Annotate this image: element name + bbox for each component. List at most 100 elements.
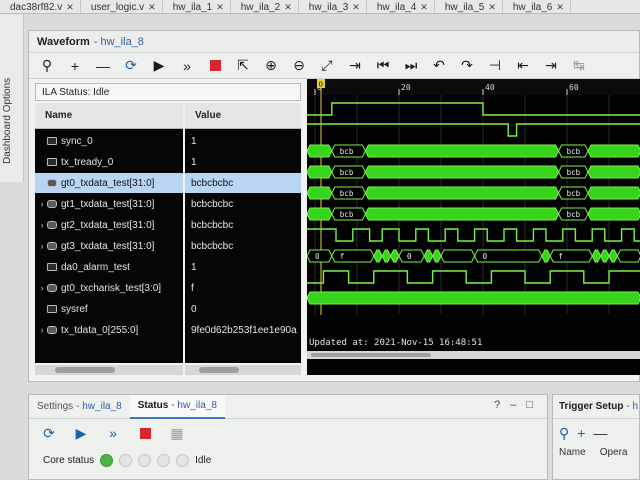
add-marker-icon[interactable]: ⊣ xyxy=(481,55,509,77)
signal-name: gt2_txdata_test[31:0] xyxy=(61,219,155,231)
go-to-end-icon[interactable]: ⏭ xyxy=(397,55,425,77)
close-icon[interactable]: ✕ xyxy=(284,2,292,13)
value-header: Value xyxy=(185,103,301,129)
trigger-table-header: Name Opera xyxy=(553,447,639,458)
close-icon[interactable]: ✕ xyxy=(352,2,360,13)
signal-row[interactable]: tx_tready_0 xyxy=(35,152,183,172)
file-tab[interactable]: hw_ila_6 ✕ xyxy=(503,0,571,13)
close-icon[interactable]: ✕ xyxy=(556,2,564,13)
expand-chevron-icon[interactable]: › xyxy=(37,283,47,293)
signal-row[interactable]: sync_0 xyxy=(35,131,183,151)
signal-name: tx_tready_0 xyxy=(61,156,114,168)
add-icon[interactable]: + xyxy=(577,425,585,441)
run-immediate-icon[interactable]: » xyxy=(173,55,201,77)
signal-row[interactable]: › gt0_txcharisk_test[3:0] xyxy=(35,278,183,298)
close-icon[interactable]: ✕ xyxy=(216,2,224,13)
waveform-canvas[interactable]: 02040600bcbbcbbcbbcbbcbbcbbcbbcb0f00fUpd… xyxy=(307,79,640,375)
signal-row[interactable]: › tx_tdata_0[255:0] xyxy=(35,320,183,340)
file-tab-label: hw_ila_1 xyxy=(172,1,213,13)
signal-row[interactable]: › gt2_txdata_test[31:0] xyxy=(35,215,183,235)
next-transition-icon[interactable]: ↷ xyxy=(453,55,481,77)
signal-value: 1 xyxy=(191,261,197,273)
value-column: Value 1 1 bcbcbcbc bcbcbcbc bcbcbcbc bcbcbcbc… xyxy=(185,103,301,363)
bus-segment xyxy=(364,144,560,158)
bus-value-label: bcb xyxy=(340,168,354,177)
status-led xyxy=(157,453,171,467)
bus-segment xyxy=(541,249,551,263)
capture-icon[interactable]: ▦ xyxy=(163,422,191,444)
dashboard-options-label: Dashboard Options xyxy=(2,77,13,164)
export-icon[interactable]: ⇱ xyxy=(229,55,257,77)
waveform-plot[interactable]: 02040600bcbbcbbcbbcbbcbbcbbcbbcb0f00fUpd… xyxy=(307,79,640,375)
bus-value-label: f xyxy=(558,252,563,261)
zoom-out-icon[interactable]: ⊖ xyxy=(285,55,313,77)
go-to-start-icon[interactable]: ⏮ xyxy=(369,55,397,77)
swap-cursors-icon[interactable]: ↹ xyxy=(565,55,593,77)
remove-icon[interactable]: — xyxy=(593,425,607,441)
run-trigger-icon[interactable]: ▶ xyxy=(67,422,95,444)
file-tab[interactable]: hw_ila_2 ✕ xyxy=(231,0,299,13)
file-tab[interactable]: dac38rf82.v ✕ xyxy=(0,0,81,13)
minimize-icon[interactable]: – xyxy=(510,399,516,411)
name-header: Name xyxy=(35,103,183,129)
next-marker-icon[interactable]: ⇥ xyxy=(537,55,565,77)
expand-chevron-icon[interactable]: › xyxy=(37,220,47,230)
previous-marker-icon[interactable]: ⇤ xyxy=(509,55,537,77)
close-icon[interactable]: ✕ xyxy=(488,2,496,13)
value-scrollbar[interactable] xyxy=(185,365,301,375)
bus-value-label: bcb xyxy=(340,210,354,219)
search-icon[interactable]: ⚲ xyxy=(559,425,569,442)
go-to-cursor-icon[interactable]: ⇥ xyxy=(341,55,369,77)
signal-row[interactable]: › gt3_txdata_test[31:0] xyxy=(35,236,183,256)
file-tab[interactable]: hw_ila_1 ✕ xyxy=(163,0,231,13)
signal-row[interactable]: sysref xyxy=(35,299,183,319)
close-icon[interactable]: ✕ xyxy=(66,2,74,13)
signal-row[interactable]: › gt0_txdata_test[31:0] xyxy=(35,173,183,193)
stop-icon[interactable] xyxy=(201,55,229,77)
file-tab[interactable]: hw_ila_5 ✕ xyxy=(435,0,503,13)
bus-segment xyxy=(390,249,400,263)
dashboard-options-strip[interactable]: Dashboard Options xyxy=(0,14,24,182)
bus-segment xyxy=(587,165,640,179)
help-icon[interactable]: ? xyxy=(494,399,500,411)
column-header-operator: Opera xyxy=(599,447,628,458)
name-scrollbar[interactable] xyxy=(35,365,183,375)
waveform-toolbar: ⚲ + — ⟳ ▶ » ⇱ ⊕ ⊖ ⤢ ⇥ ⏮ ⏭ ↶ ↷ ⊣ ⇤ ⇥ ↹ xyxy=(29,53,639,79)
status-led xyxy=(138,453,152,467)
file-tab[interactable]: user_logic.v ✕ xyxy=(81,0,163,13)
previous-transition-icon[interactable]: ↶ xyxy=(425,55,453,77)
trigger-setup-header[interactable]: Trigger Setup - h xyxy=(553,395,639,419)
signal-value: 0 xyxy=(191,303,197,315)
tab-sub: - hw_ila_8 xyxy=(171,400,217,411)
zoom-fit-icon[interactable]: ⤢ xyxy=(313,55,341,77)
expand-chevron-icon[interactable]: › xyxy=(37,241,47,251)
file-tab[interactable]: hw_ila_3 ✕ xyxy=(299,0,367,13)
file-tab-label: hw_ila_4 xyxy=(376,1,417,13)
expand-chevron-icon[interactable]: › xyxy=(37,325,47,335)
signal-row[interactable]: › gt1_txdata_test[31:0] xyxy=(35,194,183,214)
zoom-in-icon[interactable]: ⊕ xyxy=(257,55,285,77)
close-icon[interactable]: ✕ xyxy=(148,2,156,13)
maximize-icon[interactable]: □ xyxy=(526,399,533,411)
stop-icon[interactable] xyxy=(131,422,159,444)
tab-status[interactable]: Status - hw_ila_8 xyxy=(129,394,225,419)
tab-settings[interactable]: Settings - hw_ila_8 xyxy=(29,395,130,419)
close-icon[interactable]: ✕ xyxy=(420,2,428,13)
expand-chevron-icon[interactable]: › xyxy=(37,199,47,209)
waveform-window: Waveform - hw_ila_8 ⚲ + — ⟳ ▶ » ⇱ ⊕ ⊖ ⤢ … xyxy=(28,30,640,382)
auto-retrigger-icon[interactable]: ⟳ xyxy=(35,422,63,444)
bus-signal-icon xyxy=(47,179,57,187)
expand-chevron-icon[interactable]: › xyxy=(37,178,47,188)
remove-icon[interactable]: — xyxy=(89,55,117,77)
signal-row[interactable]: da0_alarm_test xyxy=(35,257,183,277)
bus-value-label: bcb xyxy=(567,210,581,219)
auto-retrigger-icon[interactable]: ⟳ xyxy=(117,55,145,77)
cursor-marker-label: 0 xyxy=(319,81,323,89)
run-immediate-icon[interactable]: » xyxy=(99,422,127,444)
search-icon[interactable]: ⚲ xyxy=(33,55,61,77)
add-icon[interactable]: + xyxy=(61,55,89,77)
bus-segment xyxy=(398,249,425,263)
file-tab[interactable]: hw_ila_4 ✕ xyxy=(367,0,435,13)
signal-value: 1 xyxy=(191,156,197,168)
run-trigger-icon[interactable]: ▶ xyxy=(145,55,173,77)
